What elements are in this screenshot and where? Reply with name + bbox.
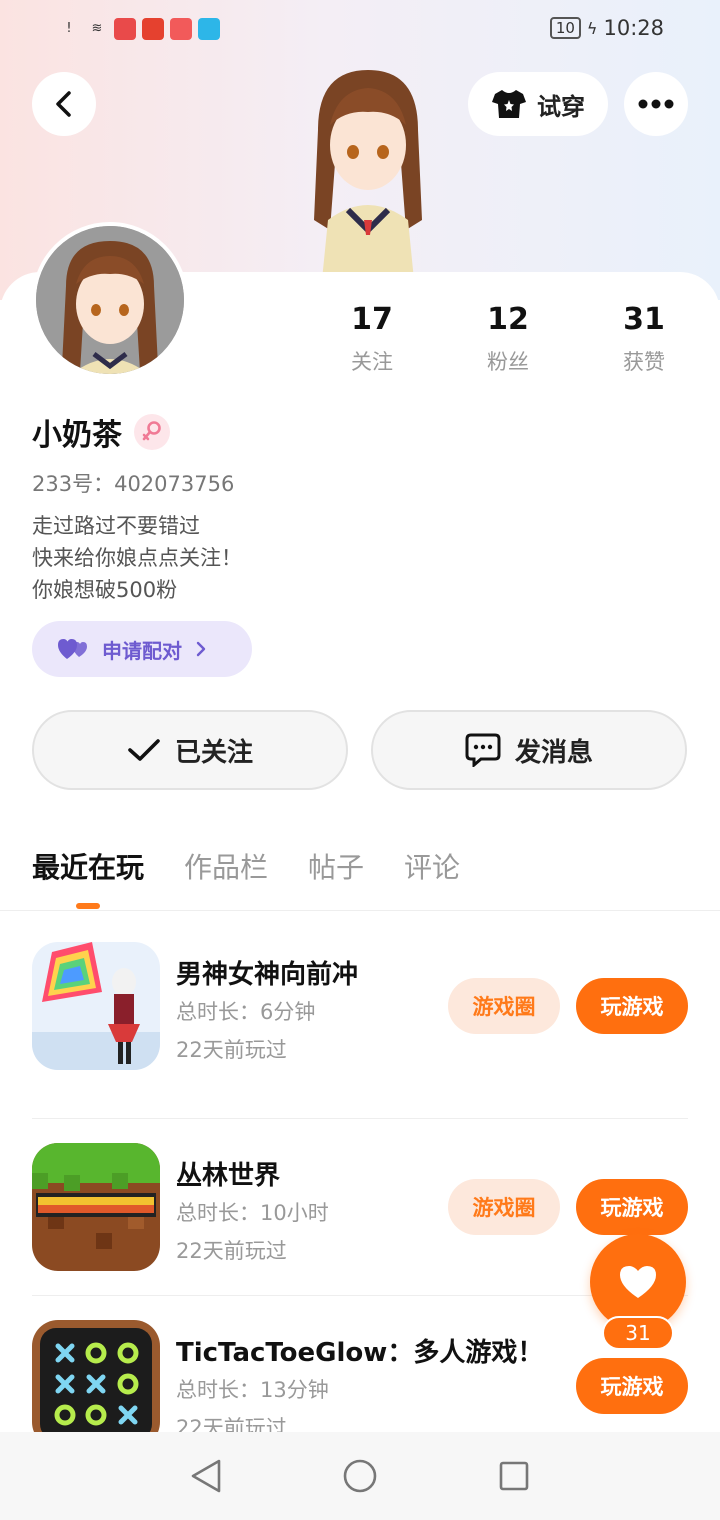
send-message-label: 发消息 xyxy=(514,737,593,768)
tab-works[interactable]: 作品栏 xyxy=(184,846,268,890)
more-options-button[interactable] xyxy=(624,72,688,136)
game-circle-button[interactable]: 游戏圈 xyxy=(448,1179,560,1235)
character-figure xyxy=(314,70,422,300)
game-playtime: 总时长：6分钟 xyxy=(176,1000,316,1024)
request-pair-label: 申请配对 xyxy=(102,638,182,663)
game-title: TicTacToeGlow：多人游戏！ xyxy=(176,1338,544,1368)
avatar-image xyxy=(36,226,184,374)
game-icon xyxy=(32,1143,160,1271)
request-pair-button[interactable]: 申请配对 xyxy=(32,621,252,677)
bio-line: 你娘想破500粉 xyxy=(32,578,178,602)
game-last-played: 22天前玩过 xyxy=(176,1038,287,1062)
clock: 10:28 xyxy=(603,16,664,40)
circle-home-icon xyxy=(343,1459,377,1493)
female-gender-icon xyxy=(134,414,170,450)
list-item[interactable]: 丛林世界 总时长：10小时 22天前玩过 游戏圈 玩游戏 xyxy=(32,1119,688,1296)
charging-icon: ϟ xyxy=(586,18,598,38)
game-circle-button[interactable]: 游戏圈 xyxy=(448,978,560,1034)
game-icon xyxy=(32,942,160,1070)
game-title: 丛林世界 xyxy=(176,1161,281,1191)
recent-games-list: 男神女神向前冲 总时长：6分钟 22天前玩过 游戏圈 玩游戏 丛林世界 总时长：… xyxy=(32,942,688,1473)
chevron-left-icon xyxy=(56,91,71,117)
more-dots-icon xyxy=(638,99,674,109)
game-title: 男神女神向前冲 xyxy=(176,960,359,990)
tshirt-icon xyxy=(492,90,526,118)
back-button[interactable] xyxy=(32,72,96,136)
chat-bubble-icon xyxy=(465,733,501,767)
game-icon xyxy=(32,1320,160,1448)
notification-icons: ! ≋ xyxy=(58,18,220,40)
stat-likes-label: 获赞 xyxy=(623,350,665,374)
app-notification-icon xyxy=(114,18,136,40)
status-bar: ! ≋ 10 ϟ 10:28 xyxy=(0,14,720,48)
stat-following-label: 关注 xyxy=(351,350,393,374)
game-playtime: 总时长：13分钟 xyxy=(176,1378,329,1402)
try-on-button[interactable]: 试穿 xyxy=(468,72,608,136)
try-on-label: 试穿 xyxy=(537,92,585,121)
chevron-right-icon xyxy=(196,641,206,657)
profile-tabs: 最近在玩 作品栏 帖子 评论 xyxy=(32,846,460,909)
play-game-button[interactable]: 玩游戏 xyxy=(576,978,688,1034)
profile-stats: 17 关注 12 粉丝 31 获赞 xyxy=(304,300,712,376)
send-message-button[interactable]: 发消息 xyxy=(371,710,687,790)
avatar[interactable] xyxy=(32,222,188,378)
stat-followers-label: 粉丝 xyxy=(487,350,529,374)
tab-posts[interactable]: 帖子 xyxy=(308,846,364,890)
square-recents-icon xyxy=(499,1461,529,1491)
username: 小奶茶 xyxy=(32,418,122,453)
play-game-button[interactable]: 玩游戏 xyxy=(576,1179,688,1235)
game-playtime: 总时长：10小时 xyxy=(176,1201,329,1225)
tab-comments[interactable]: 评论 xyxy=(404,846,460,890)
app-notification-icon xyxy=(142,18,164,40)
follow-label: 已关注 xyxy=(174,737,253,768)
name-row: 小奶茶 xyxy=(32,410,170,454)
stat-followers[interactable]: 12 粉丝 xyxy=(440,300,576,376)
double-heart-icon xyxy=(58,639,87,659)
system-navigation-bar xyxy=(0,1432,720,1520)
stat-likes[interactable]: 31 获赞 xyxy=(576,300,712,376)
bio-line: 走过路过不要错过 xyxy=(32,514,200,538)
stat-following[interactable]: 17 关注 xyxy=(304,300,440,376)
triangle-back-icon xyxy=(191,1459,221,1493)
like-count-badge: 31 xyxy=(602,1316,674,1350)
app-notification-icon xyxy=(198,18,220,40)
follow-button[interactable]: 已关注 xyxy=(32,710,348,790)
nav-home-button[interactable] xyxy=(336,1452,384,1500)
heart-icon xyxy=(620,1266,656,1298)
list-item[interactable]: 男神女神向前冲 总时长：6分钟 22天前玩过 游戏圈 玩游戏 xyxy=(32,942,688,1119)
bio-line: 快来给你娘点点关注！ xyxy=(32,546,242,570)
tabs-divider xyxy=(0,910,720,911)
tab-recently-played[interactable]: 最近在玩 xyxy=(32,846,144,909)
play-game-button[interactable]: 玩游戏 xyxy=(576,1358,688,1414)
wifi-icon: ≋ xyxy=(91,21,103,36)
game-last-played: 22天前玩过 xyxy=(176,1239,287,1263)
nav-recents-button[interactable] xyxy=(490,1452,538,1500)
app-notification-icon xyxy=(170,18,192,40)
checkmark-icon xyxy=(128,739,160,761)
user-id: 233号：402073756 xyxy=(32,472,235,496)
bio: 走过路过不要错过 快来给你娘点点关注！ 你娘想破500粉 xyxy=(32,510,242,606)
stat-followers-count: 12 xyxy=(487,302,529,337)
battery-indicator: 10 xyxy=(549,17,581,39)
nav-back-button[interactable] xyxy=(182,1452,230,1500)
stat-following-count: 17 xyxy=(351,302,393,337)
stat-likes-count: 31 xyxy=(623,302,665,337)
alert-icon: ! xyxy=(66,21,72,36)
